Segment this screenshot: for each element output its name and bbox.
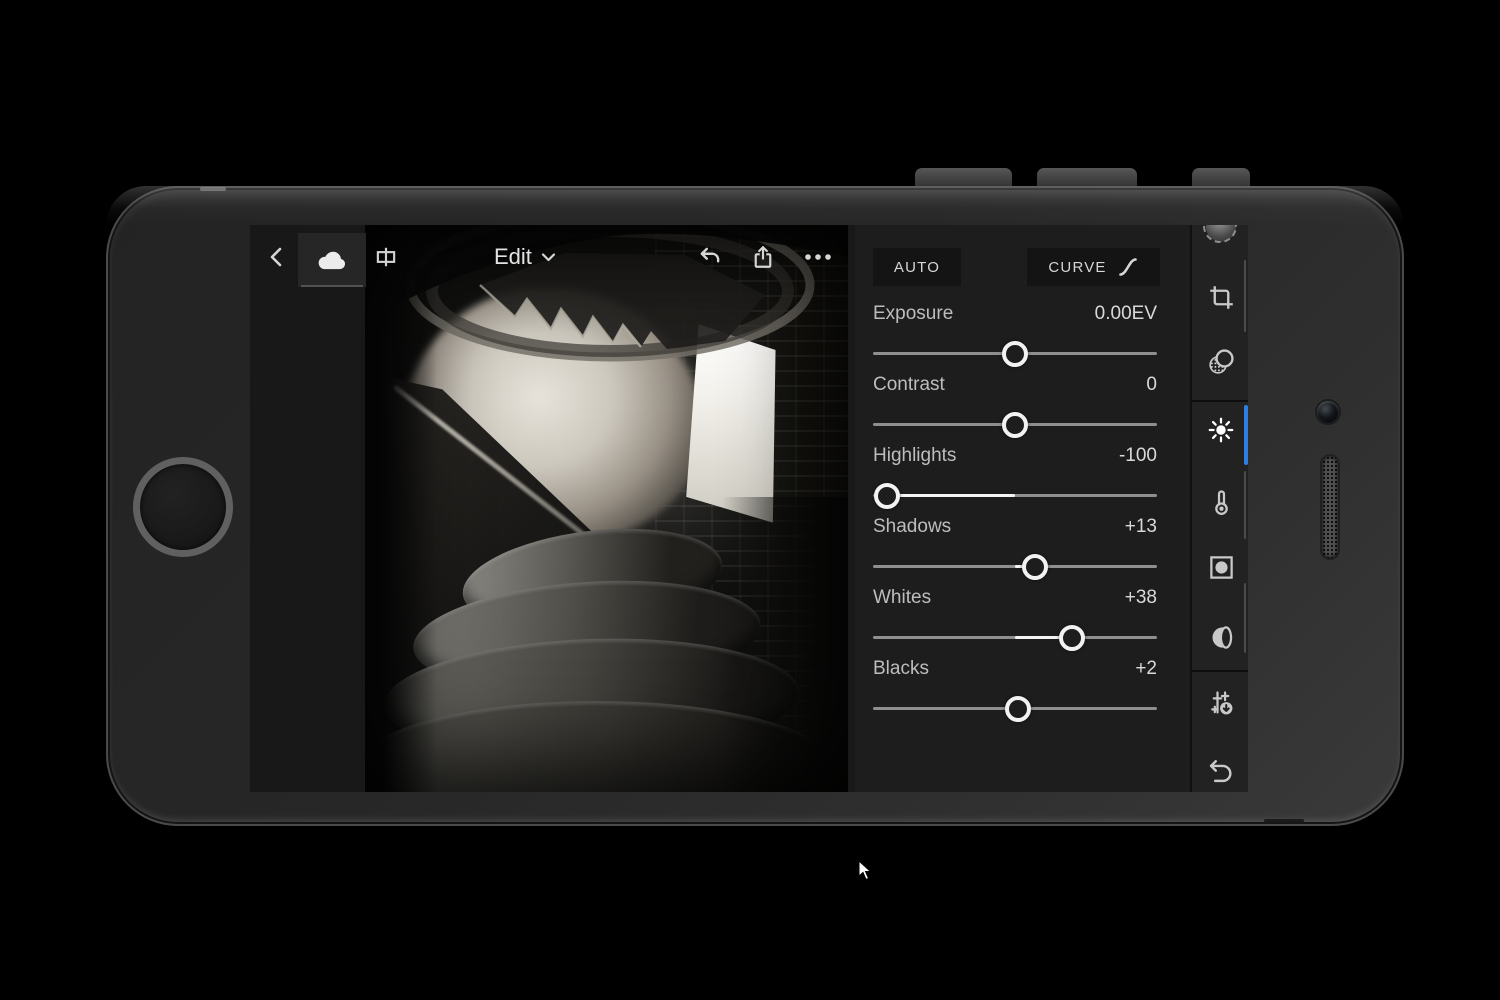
light-tool-button[interactable] — [1201, 410, 1241, 450]
slider-knob[interactable] — [1002, 412, 1028, 438]
slider-whites: Whites +38 — [873, 587, 1157, 653]
active-tool-indicator — [1244, 405, 1248, 465]
slider-label: Contrast — [873, 374, 945, 396]
curve-icon — [1117, 256, 1139, 278]
presets-icon — [1207, 689, 1235, 717]
slider-value: -100 — [1119, 445, 1157, 467]
rail-scrollbar-segment — [1244, 583, 1246, 653]
slider-value: +13 — [1125, 516, 1157, 538]
slider-highlights: Highlights -100 — [873, 445, 1157, 511]
slider-knob[interactable] — [1022, 554, 1048, 580]
slider-label: Shadows — [873, 516, 951, 538]
share-icon — [750, 244, 776, 270]
front-camera — [1317, 401, 1339, 423]
healing-icon — [1207, 348, 1235, 376]
edit-mode-dropdown[interactable]: Edit — [494, 237, 556, 277]
slider-contrast: Contrast 0 — [873, 374, 1157, 440]
antenna-band — [1264, 819, 1304, 824]
phone-top-edge — [106, 186, 1404, 226]
rail-scrollbar-segment — [1244, 471, 1246, 539]
edit-light-panel: AUTO CURVE Exposure 0.00EV — [855, 225, 1190, 792]
slider-label: Exposure — [873, 303, 953, 325]
slider-label: Blacks — [873, 658, 929, 680]
slider-blacks: Blacks +2 — [873, 658, 1157, 724]
reset-icon — [1207, 756, 1235, 784]
color-thermometer-icon — [1208, 489, 1235, 516]
slider-knob[interactable] — [1059, 625, 1085, 651]
mouse-cursor — [858, 860, 874, 882]
effects-vignette-icon — [1208, 554, 1235, 581]
slider-track[interactable] — [873, 481, 1157, 511]
slider-knob[interactable] — [1005, 696, 1031, 722]
edit-mode-label: Edit — [494, 244, 532, 270]
crop-tool-button[interactable] — [1201, 277, 1241, 317]
phone-device: Edit — [106, 186, 1404, 826]
edit-topbar: Edit — [250, 225, 855, 291]
slider-track[interactable] — [873, 623, 1157, 653]
auto-button-label: AUTO — [894, 259, 940, 276]
reset-button[interactable] — [1201, 750, 1241, 790]
photo-canvas[interactable] — [365, 225, 848, 792]
crop-icon — [1208, 284, 1235, 311]
split-view-icon — [373, 244, 399, 270]
effects-tool-button[interactable] — [1201, 547, 1241, 587]
slider-track[interactable] — [873, 694, 1157, 724]
slider-track[interactable] — [873, 339, 1157, 369]
cloud-sync-icon — [315, 247, 349, 273]
photo-layer-vignette — [365, 225, 848, 792]
slider-value: +2 — [1135, 658, 1157, 680]
selective-tool-ring — [1203, 225, 1237, 243]
more-options-button[interactable] — [798, 237, 838, 277]
slider-label: Highlights — [873, 445, 956, 467]
chevron-down-icon — [541, 252, 556, 263]
split-view-button[interactable] — [366, 237, 406, 277]
slider-value: 0.00EV — [1095, 303, 1157, 325]
slider-value: 0 — [1146, 374, 1157, 396]
home-button[interactable] — [133, 457, 233, 557]
auto-button[interactable]: AUTO — [873, 248, 961, 286]
slider-value: +38 — [1125, 587, 1157, 609]
rail-scrollbar-segment — [1244, 260, 1246, 332]
slider-knob[interactable] — [1002, 341, 1028, 367]
tool-rail — [1190, 225, 1248, 792]
optics-lens-icon — [1208, 624, 1235, 651]
undo-icon — [697, 244, 723, 270]
slider-shadows: Shadows +13 — [873, 516, 1157, 582]
phone-screen: Edit — [250, 225, 1248, 792]
light-sun-icon — [1206, 415, 1236, 445]
optics-tool-button[interactable] — [1201, 617, 1241, 657]
earpiece-speaker — [1322, 456, 1338, 558]
undo-button[interactable] — [690, 237, 730, 277]
color-tool-button[interactable] — [1201, 482, 1241, 522]
desktop-background: Edit — [0, 0, 1500, 1000]
presets-button[interactable] — [1201, 683, 1241, 723]
rail-divider — [1192, 670, 1248, 672]
photo-viewport: Edit — [250, 225, 855, 792]
ellipsis-icon — [803, 252, 833, 262]
active-tab-underline — [301, 285, 363, 287]
cloud-sync-button[interactable] — [298, 233, 366, 287]
rail-divider — [1192, 400, 1248, 402]
slider-knob[interactable] — [874, 483, 900, 509]
back-button[interactable] — [258, 237, 298, 277]
slider-label: Whites — [873, 587, 931, 609]
slider-track[interactable] — [873, 552, 1157, 582]
slider-track[interactable] — [873, 410, 1157, 440]
curve-button-label: CURVE — [1048, 259, 1106, 276]
healing-tool-button[interactable] — [1201, 342, 1241, 382]
chevron-left-icon — [266, 245, 290, 269]
antenna-band — [200, 187, 226, 191]
share-button[interactable] — [743, 237, 783, 277]
slider-exposure: Exposure 0.00EV — [873, 303, 1157, 369]
curve-button[interactable]: CURVE — [1027, 248, 1160, 286]
